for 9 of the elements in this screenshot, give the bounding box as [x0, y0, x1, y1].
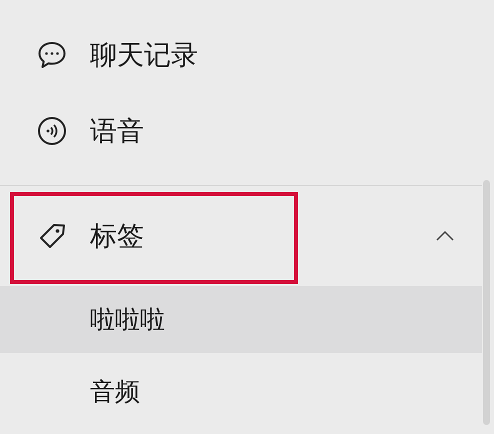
voice-icon — [36, 115, 68, 147]
chat-bubble-icon — [36, 39, 68, 71]
tags-section-header[interactable]: 标签 — [0, 186, 494, 286]
chevron-up-icon[interactable] — [435, 230, 455, 242]
scrollbar-thumb[interactable] — [483, 180, 490, 425]
tag-item[interactable]: 啦啦啦 — [0, 286, 482, 353]
tag-item[interactable]: 音频 — [0, 353, 482, 429]
menu-item[interactable]: 聊天记录 — [0, 17, 494, 93]
menu-item[interactable]: 语音 — [0, 93, 494, 169]
